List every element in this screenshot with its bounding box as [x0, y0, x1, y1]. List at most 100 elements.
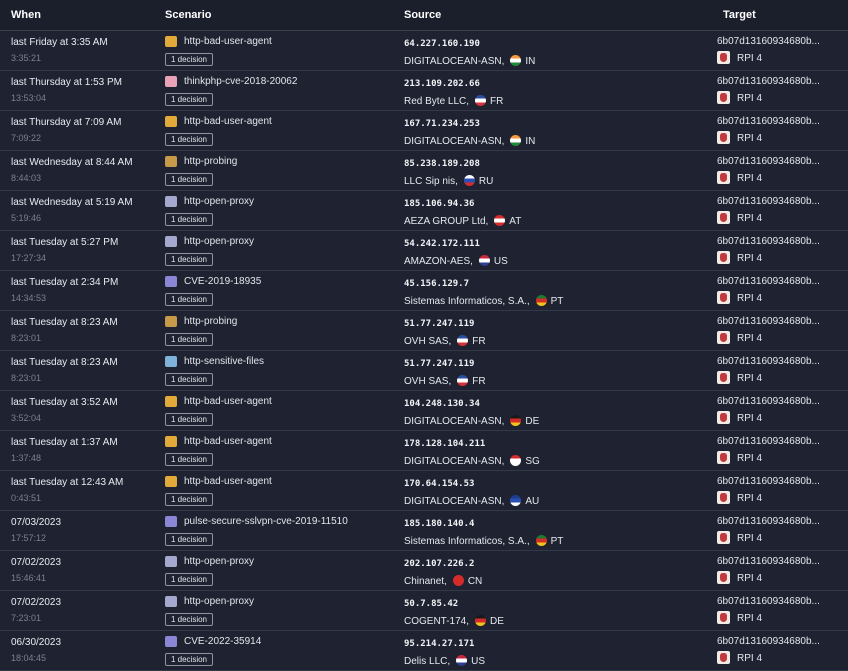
table-row[interactable]: 06/30/2023 18:04:45 CVE-2022-35914 1 decisi… — [0, 631, 848, 671]
scenario-name[interactable]: http-open-proxy — [184, 556, 254, 567]
decision-badge[interactable]: 1 decision — [165, 93, 213, 106]
target-id[interactable]: 6b07d13160934680b... — [717, 556, 820, 567]
target-id[interactable]: 6b07d13160934680b... — [717, 36, 820, 47]
table-row[interactable]: last Tuesday at 8:23 AM 8:23:01 http-sensi… — [0, 351, 848, 391]
scenario-name[interactable]: http-probing — [184, 156, 237, 167]
table-row[interactable]: last Thursday at 7:09 AM 7:09:22 http-bad-… — [0, 111, 848, 151]
target-id[interactable]: 6b07d13160934680b... — [717, 196, 820, 207]
target-id[interactable]: 6b07d13160934680b... — [717, 316, 820, 327]
scenario-name[interactable]: http-bad-user-agent — [184, 476, 272, 487]
alert-time: 18:04:45 — [11, 653, 47, 663]
source-ip[interactable]: 50.7.85.42 — [404, 599, 458, 609]
country-flag-icon — [457, 375, 469, 386]
source-ip[interactable]: 170.64.154.53 — [404, 479, 474, 489]
source-ip[interactable]: 45.156.129.7 — [404, 279, 469, 289]
decision-badge[interactable]: 1 decision — [165, 293, 213, 306]
table-row[interactable]: 07/02/2023 7:23:01 http-open-proxy 1 decisi… — [0, 591, 848, 631]
target-id[interactable]: 6b07d13160934680b... — [717, 476, 820, 487]
target-id[interactable]: 6b07d13160934680b... — [717, 436, 820, 447]
asn-name: COGENT-174, — [404, 616, 470, 627]
asn-name: DIGITALOCEAN-ASN, — [404, 456, 505, 467]
machine-icon — [717, 611, 730, 624]
scenario-name[interactable]: CVE-2022-35914 — [184, 636, 261, 647]
source-ip[interactable]: 54.242.172.111 — [404, 239, 480, 249]
table-row[interactable]: 07/02/2023 15:46:41 http-open-proxy 1 decis… — [0, 551, 848, 591]
decision-badge[interactable]: 1 decision — [165, 413, 213, 426]
decision-badge[interactable]: 1 decision — [165, 173, 213, 186]
decision-badge[interactable]: 1 decision — [165, 133, 213, 146]
decision-badge[interactable]: 1 decision — [165, 533, 213, 546]
target-id[interactable]: 6b07d13160934680b... — [717, 516, 820, 527]
machine-icon — [717, 411, 730, 424]
table-row[interactable]: last Tuesday at 1:37 AM 1:37:48 http-bad-u… — [0, 431, 848, 471]
scenario-name[interactable]: CVE-2019-18935 — [184, 276, 261, 287]
column-header-target[interactable]: Target — [723, 9, 756, 21]
scenario-icon — [165, 556, 177, 567]
table-row[interactable]: last Wednesday at 5:19 AM 5:19:46 http-ope… — [0, 191, 848, 231]
source-ip[interactable]: 167.71.234.253 — [404, 119, 480, 129]
table-row[interactable]: last Tuesday at 2:34 PM 14:34:53 CVE-2019-… — [0, 271, 848, 311]
target-id[interactable]: 6b07d13160934680b... — [717, 396, 820, 407]
decision-badge[interactable]: 1 decision — [165, 573, 213, 586]
scenario-name[interactable]: http-bad-user-agent — [184, 396, 272, 407]
alert-date: last Tuesday at 2:34 PM — [11, 277, 119, 288]
table-row[interactable]: last Wednesday at 8:44 AM 8:44:03 http-pro… — [0, 151, 848, 191]
decision-badge[interactable]: 1 decision — [165, 493, 213, 506]
table-row[interactable]: last Tuesday at 8:23 AM 8:23:01 http-probi… — [0, 311, 848, 351]
alert-date: last Friday at 3:35 AM — [11, 37, 108, 48]
scenario-name[interactable]: http-bad-user-agent — [184, 116, 272, 127]
source-ip[interactable]: 51.77.247.119 — [404, 359, 474, 369]
decision-badge[interactable]: 1 decision — [165, 373, 213, 386]
column-header-scenario[interactable]: Scenario — [165, 9, 211, 21]
country-code: DE — [490, 616, 504, 627]
alert-time: 14:34:53 — [11, 293, 47, 303]
table-row[interactable]: 07/03/2023 17:57:12 pulse-secure-sslvpn-cv… — [0, 511, 848, 551]
target-id[interactable]: 6b07d13160934680b... — [717, 356, 820, 367]
source-ip[interactable]: 213.109.202.66 — [404, 79, 480, 89]
target-id[interactable]: 6b07d13160934680b... — [717, 596, 820, 607]
target-id[interactable]: 6b07d13160934680b... — [717, 156, 820, 167]
decision-badge[interactable]: 1 decision — [165, 213, 213, 226]
source-ip[interactable]: 104.248.130.34 — [404, 399, 480, 409]
target-id[interactable]: 6b07d13160934680b... — [717, 636, 820, 647]
table-row[interactable]: last Tuesday at 3:52 AM 3:52:04 http-bad-u… — [0, 391, 848, 431]
scenario-name[interactable]: http-open-proxy — [184, 196, 254, 207]
scenario-icon — [165, 596, 177, 607]
source-ip[interactable]: 202.107.226.2 — [404, 559, 474, 569]
machine-icon — [717, 91, 730, 104]
scenario-name[interactable]: thinkphp-cve-2018-20062 — [184, 76, 297, 87]
decision-badge[interactable]: 1 decision — [165, 333, 213, 346]
scenario-name[interactable]: http-bad-user-agent — [184, 36, 272, 47]
decision-badge[interactable]: 1 decision — [165, 613, 213, 626]
source-ip[interactable]: 178.128.104.211 — [404, 439, 485, 449]
column-header-source[interactable]: Source — [404, 9, 441, 21]
source-ip[interactable]: 64.227.160.190 — [404, 39, 480, 49]
table-row[interactable]: last Thursday at 1:53 PM 13:53:04 thinkphp… — [0, 71, 848, 111]
target-id[interactable]: 6b07d13160934680b... — [717, 116, 820, 127]
decision-badge[interactable]: 1 decision — [165, 453, 213, 466]
source-ip[interactable]: 51.77.247.119 — [404, 319, 474, 329]
source-ip[interactable]: 95.214.27.171 — [404, 639, 474, 649]
scenario-name[interactable]: http-bad-user-agent — [184, 436, 272, 447]
scenario-name[interactable]: http-probing — [184, 316, 237, 327]
asn-name: Chinanet, — [404, 576, 447, 587]
scenario-name[interactable]: pulse-secure-sslvpn-cve-2019-11510 — [184, 516, 348, 527]
source-ip[interactable]: 185.106.94.36 — [404, 199, 474, 209]
source-ip[interactable]: 85.238.189.208 — [404, 159, 480, 169]
machine-icon — [717, 651, 730, 664]
scenario-name[interactable]: http-open-proxy — [184, 236, 254, 247]
scenario-name[interactable]: http-sensitive-files — [184, 356, 264, 367]
decision-badge[interactable]: 1 decision — [165, 53, 213, 66]
table-row[interactable]: last Friday at 3:35 AM 3:35:21 http-bad-us… — [0, 31, 848, 71]
target-id[interactable]: 6b07d13160934680b... — [717, 236, 820, 247]
decision-badge[interactable]: 1 decision — [165, 653, 213, 666]
target-id[interactable]: 6b07d13160934680b... — [717, 76, 820, 87]
scenario-name[interactable]: http-open-proxy — [184, 596, 254, 607]
source-ip[interactable]: 185.180.140.4 — [404, 519, 474, 529]
target-id[interactable]: 6b07d13160934680b... — [717, 276, 820, 287]
decision-badge[interactable]: 1 decision — [165, 253, 213, 266]
country-flag-icon — [457, 335, 469, 346]
column-header-when[interactable]: When — [11, 9, 41, 21]
table-row[interactable]: last Tuesday at 12:43 AM 0:43:51 http-bad-… — [0, 471, 848, 511]
table-row[interactable]: last Tuesday at 5:27 PM 17:27:34 http-open… — [0, 231, 848, 271]
